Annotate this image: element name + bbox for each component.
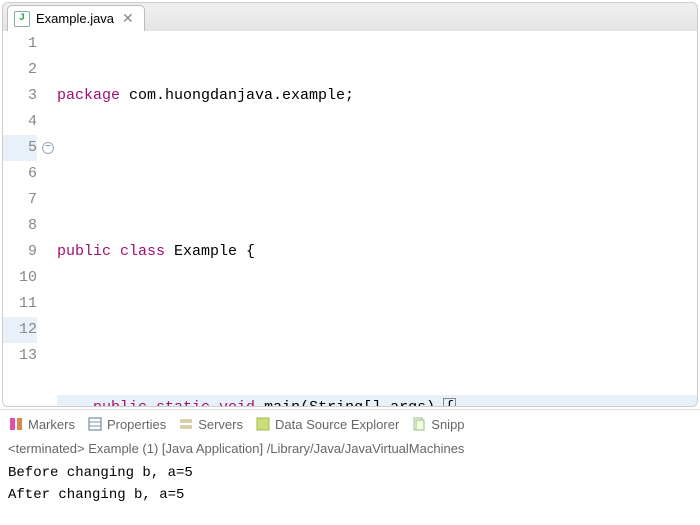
- keyword: public: [93, 399, 147, 406]
- line-number: 11: [3, 291, 37, 317]
- class-name: Example: [165, 243, 246, 260]
- matching-brace: {: [443, 398, 456, 406]
- editor-tab[interactable]: J Example.java ✕: [7, 5, 145, 31]
- tab-filename: Example.java: [36, 11, 114, 26]
- line-number: 9: [3, 239, 37, 265]
- close-icon[interactable]: ✕: [120, 10, 136, 27]
- line-number: 12: [3, 317, 37, 343]
- code-text[interactable]: package com.huongdanjava.example; public…: [57, 31, 697, 406]
- brace: {: [246, 243, 255, 260]
- tab-snippets[interactable]: Snipp: [411, 416, 464, 432]
- line-number: 6: [3, 161, 37, 187]
- keyword: static: [147, 399, 210, 406]
- folding-column: −: [43, 31, 57, 406]
- tab-label: Markers: [28, 417, 75, 432]
- line-number: 10: [3, 265, 37, 291]
- line-number-gutter: 1 2 3 4 5 6 7 8 9 10 11 12 13: [3, 31, 43, 406]
- tab-label: Properties: [107, 417, 166, 432]
- code-editor[interactable]: 1 2 3 4 5 6 7 8 9 10 11 12 13 − package …: [3, 31, 697, 406]
- tab-data-source-explorer[interactable]: Data Source Explorer: [255, 416, 399, 432]
- markers-icon: [8, 416, 24, 432]
- tab-markers[interactable]: Markers: [8, 416, 75, 432]
- params: (String[] args): [300, 399, 444, 406]
- tab-label: Snipp: [431, 417, 464, 432]
- line-number: 1: [3, 31, 37, 57]
- line-number: 2: [3, 57, 37, 83]
- tab-label: Servers: [198, 417, 243, 432]
- line-number: 5: [3, 135, 37, 161]
- java-file-icon: J: [14, 11, 30, 27]
- keyword: public: [57, 243, 111, 260]
- line-number: 13: [3, 343, 37, 369]
- code-text: com.huongdanjava.example;: [120, 87, 354, 104]
- line-number: 4: [3, 109, 37, 135]
- snippets-icon: [411, 416, 427, 432]
- tab-bar: J Example.java ✕: [3, 3, 697, 31]
- console-output-line: After changing b, a=5: [8, 484, 692, 506]
- data-source-icon: [255, 416, 271, 432]
- keyword: class: [111, 243, 165, 260]
- properties-icon: [87, 416, 103, 432]
- tab-servers[interactable]: Servers: [178, 416, 243, 432]
- line-number: 8: [3, 213, 37, 239]
- keyword: package: [57, 87, 120, 104]
- tab-label: Data Source Explorer: [275, 417, 399, 432]
- console-output-line: Before changing b, a=5: [8, 462, 692, 484]
- editor-pane: J Example.java ✕ 1 2 3 4 5 6 7 8 9 10 11…: [2, 2, 698, 407]
- line-number: 7: [3, 187, 37, 213]
- console-view[interactable]: <terminated> Example (1) [Java Applicati…: [0, 436, 700, 514]
- line-number: 3: [3, 83, 37, 109]
- keyword: void: [210, 399, 255, 406]
- tab-properties[interactable]: Properties: [87, 416, 166, 432]
- view-tab-bar: Markers Properties Servers Data Source E…: [0, 409, 700, 436]
- fold-toggle-icon[interactable]: −: [42, 142, 54, 154]
- method-name: main: [255, 399, 300, 406]
- servers-icon: [178, 416, 194, 432]
- console-status: <terminated> Example (1) [Java Applicati…: [8, 438, 692, 460]
